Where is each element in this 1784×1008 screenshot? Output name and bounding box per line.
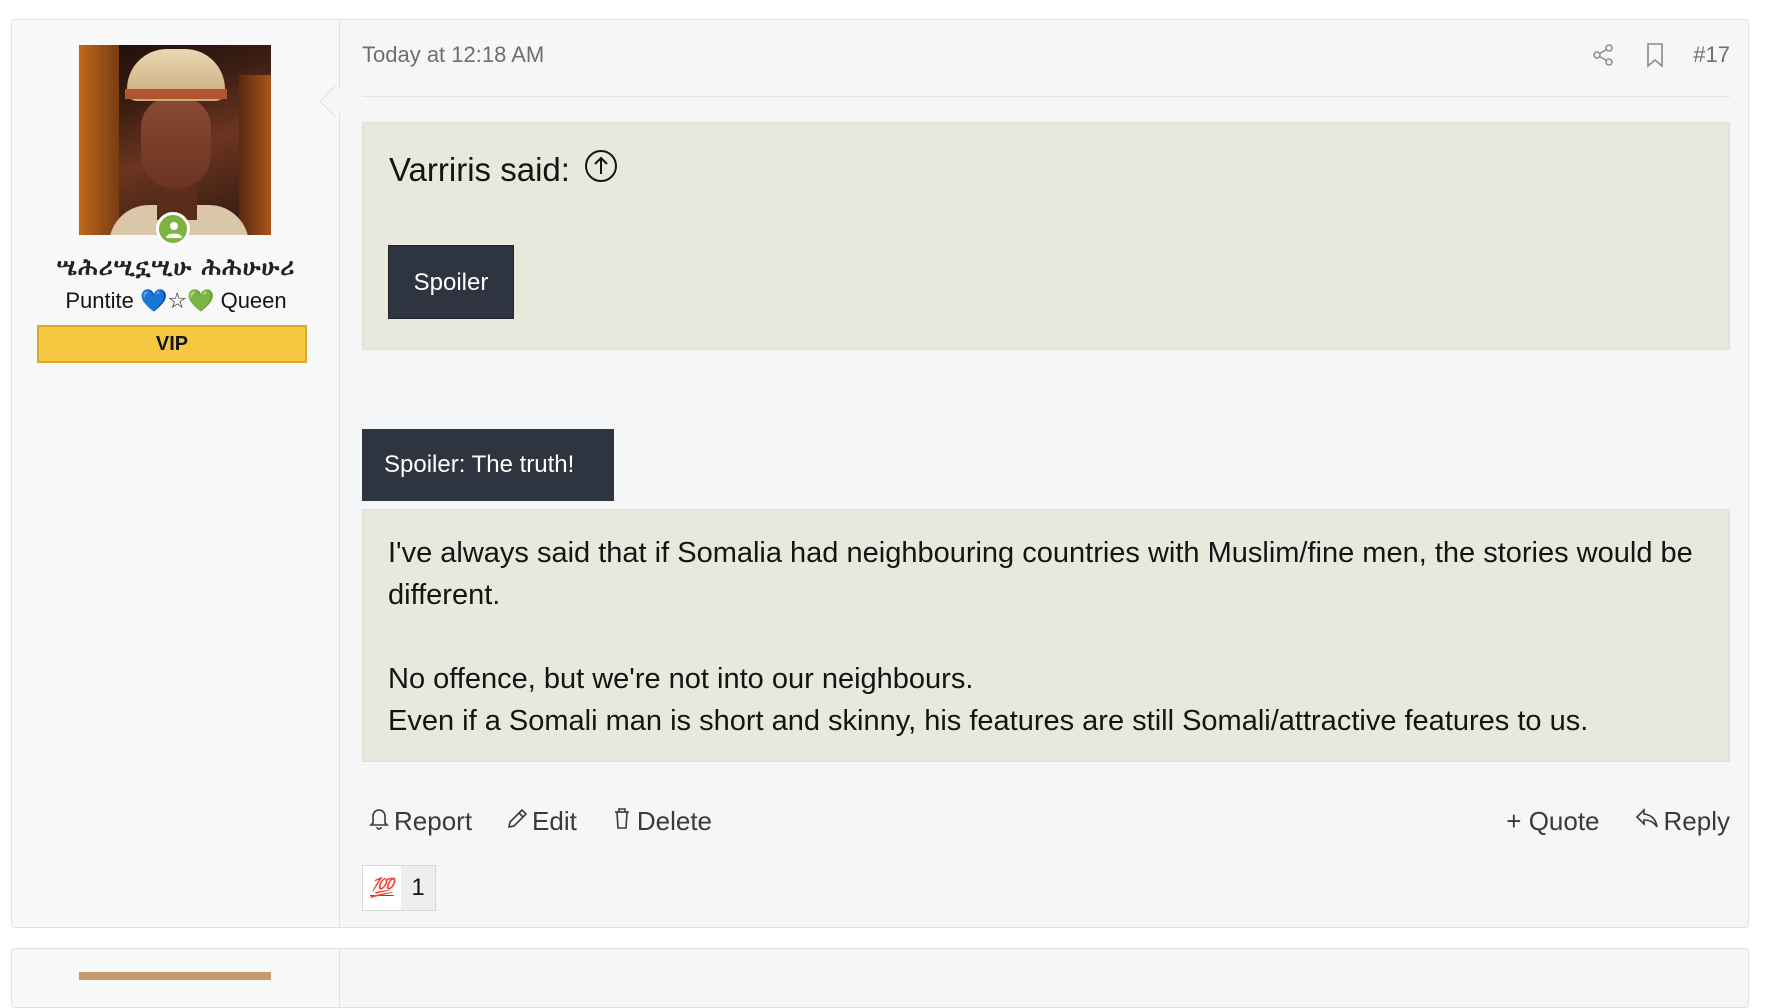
header-divider <box>362 96 1730 97</box>
post-actions-left: Report Edit Delete <box>368 806 712 837</box>
edit-label: Edit <box>532 806 577 836</box>
spoiler-line: Even if a Somali man is short and skinny… <box>388 705 1589 737</box>
delete-button[interactable]: Delete <box>611 806 712 837</box>
vip-badge: VIP <box>37 325 307 363</box>
spoiler-line: No offence, but we're not into our neigh… <box>388 663 974 695</box>
quote-button[interactable]: + Quote <box>1506 806 1599 837</box>
post-17: ሤሕሪሢኗሢሁ ሕሕሁሁሪ Puntite 💙☆💚 Queen VIP Toda… <box>11 19 1749 928</box>
username-text[interactable]: ሤሕሪሢኗሢሁ ሕሕሁሁሪ <box>57 252 296 281</box>
post-actions-right: + Quote Reply <box>1506 806 1730 837</box>
next-avatar[interactable] <box>79 972 271 980</box>
bookmark-icon[interactable] <box>1641 41 1669 69</box>
report-label: Report <box>394 806 473 836</box>
quote-block: Varriris said: Spoiler <box>362 122 1730 350</box>
report-button[interactable]: Report <box>368 806 472 837</box>
avatar[interactable] <box>79 45 271 235</box>
user-title: Puntite 💙☆💚 Queen <box>65 288 287 313</box>
reply-button[interactable]: Reply <box>1634 806 1730 837</box>
delete-label: Delete <box>636 806 713 836</box>
quote-attribution: Varriris said: <box>389 149 618 191</box>
post-header-actions: #17 <box>1589 40 1730 70</box>
next-post <box>11 948 1749 1008</box>
online-status-icon <box>156 212 190 246</box>
message-main: Today at 12:18 AM #17 Varriris said: Spo… <box>362 20 1730 927</box>
quote-spoiler-button[interactable]: Spoiler <box>388 245 514 319</box>
pencil-icon <box>506 806 528 837</box>
spoiler-button[interactable]: Spoiler: The truth! <box>362 429 614 501</box>
post-number[interactable]: #17 <box>1693 42 1730 68</box>
post-date[interactable]: Today at 12:18 AM <box>362 42 544 68</box>
arrow-up-circle-icon[interactable] <box>584 149 618 191</box>
reply-icon <box>1634 806 1660 837</box>
trash-icon <box>611 806 633 837</box>
spoiler-line: I've always said that if Somalia had nei… <box>388 537 1693 611</box>
quote-author[interactable]: Varriris said: <box>389 151 570 189</box>
bell-icon <box>368 806 390 837</box>
username[interactable]: ሤሕሪሢኗሢሁ ሕሕሁሁሪ <box>12 252 340 281</box>
reaction-count: 1 <box>401 866 435 910</box>
user-sidebar: ሤሕሪሢኗሢሁ ሕሕሁሁሪ Puntite 💙☆💚 Queen VIP <box>12 20 340 927</box>
reaction-summary[interactable]: 💯 1 <box>362 865 436 911</box>
hundred-points-icon: 💯 <box>370 878 394 899</box>
reply-label: Reply <box>1663 806 1730 836</box>
quote-label: + Quote <box>1506 806 1600 836</box>
share-icon[interactable] <box>1589 41 1617 69</box>
spoiler-content: I've always said that if Somalia had nei… <box>362 509 1730 762</box>
edit-button[interactable]: Edit <box>506 806 577 837</box>
next-user-sidebar <box>12 949 340 1007</box>
